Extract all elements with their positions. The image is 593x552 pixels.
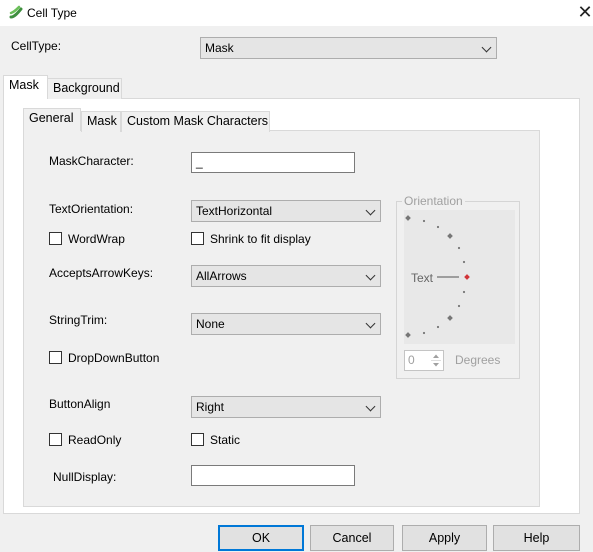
- orientation-tick: [422, 331, 426, 335]
- chevron-down-icon: [365, 401, 376, 412]
- close-icon[interactable]: ✕: [575, 3, 593, 23]
- string-trim-label: StringTrim:: [49, 313, 108, 327]
- spin-down-icon[interactable]: [433, 363, 439, 367]
- mask-character-input[interactable]: _: [191, 152, 355, 173]
- text-orientation-label: TextOrientation:: [49, 202, 134, 216]
- degrees-label: Degrees: [455, 353, 501, 367]
- wordwrap-checkbox[interactable]: [49, 232, 62, 245]
- orientation-tick: [436, 225, 440, 229]
- readonly-label: ReadOnly: [68, 433, 122, 447]
- dropdown-button-label: DropDownButton: [68, 351, 160, 365]
- text-orientation-value: TextHorizontal: [196, 204, 273, 218]
- accepts-arrow-keys-select[interactable]: AllArrows: [191, 265, 381, 287]
- chevron-down-icon: [481, 42, 492, 53]
- accepts-arrow-keys-label: AcceptsArrowKeys:: [49, 266, 154, 280]
- help-button[interactable]: Help: [493, 525, 580, 551]
- title-bar: [0, 0, 593, 26]
- chevron-down-icon: [365, 205, 376, 216]
- string-trim-select[interactable]: None: [191, 313, 381, 335]
- dropdown-button-checkbox[interactable]: [49, 351, 62, 364]
- tab-custom-mask-characters[interactable]: Custom Mask Characters: [121, 111, 270, 132]
- celltype-value: Mask: [205, 41, 234, 55]
- button-align-value: Right: [196, 400, 225, 414]
- tab-general[interactable]: General: [23, 108, 81, 131]
- ok-button[interactable]: OK: [218, 525, 304, 551]
- orientation-marker-neg45[interactable]: [447, 315, 453, 321]
- celltype-label: CellType:: [11, 39, 62, 53]
- string-trim-value: None: [196, 317, 225, 331]
- orientation-legend: Orientation: [402, 194, 465, 208]
- app-logo-icon: [9, 5, 23, 19]
- accepts-arrow-keys-value: AllArrows: [196, 269, 247, 283]
- null-display-input[interactable]: [191, 465, 355, 486]
- orientation-tick: [462, 260, 466, 264]
- readonly-checkbox[interactable]: [49, 433, 62, 446]
- chevron-down-icon: [365, 318, 376, 329]
- text-orientation-select[interactable]: TextHorizontal: [191, 200, 381, 222]
- orientation-marker-neg90[interactable]: [405, 332, 411, 338]
- wordwrap-label: WordWrap: [68, 232, 125, 246]
- spin-up-icon[interactable]: [433, 354, 439, 359]
- orientation-tick: [462, 290, 466, 294]
- tab-mask[interactable]: Mask: [3, 75, 48, 99]
- tab-inner-mask[interactable]: Mask: [81, 111, 121, 132]
- orientation-text-label: Text: [411, 271, 434, 285]
- orientation-marker-45[interactable]: [447, 233, 453, 239]
- shrink-label: Shrink to fit display: [210, 232, 311, 246]
- orientation-tick: [457, 304, 461, 308]
- chevron-down-icon: [365, 270, 376, 281]
- static-label: Static: [210, 433, 241, 447]
- orientation-marker-90[interactable]: [405, 215, 411, 221]
- orientation-tick: [436, 325, 440, 329]
- celltype-select[interactable]: Mask: [200, 37, 497, 59]
- degrees-value: 0: [408, 353, 415, 367]
- button-align-select[interactable]: Right: [191, 396, 381, 418]
- button-align-label: ButtonAlign: [49, 397, 111, 411]
- static-checkbox[interactable]: [191, 433, 204, 446]
- cancel-button[interactable]: Cancel: [310, 525, 394, 551]
- orientation-tick: [422, 219, 426, 223]
- null-display-label: NullDisplay:: [53, 470, 117, 484]
- mask-character-label: MaskCharacter:: [49, 154, 134, 168]
- shrink-checkbox[interactable]: [191, 232, 204, 245]
- orientation-tick: [457, 246, 461, 250]
- degrees-spinner[interactable]: 0: [404, 350, 444, 371]
- orientation-marker-0-selected[interactable]: [464, 274, 470, 280]
- apply-button[interactable]: Apply: [402, 525, 487, 551]
- window-title: Cell Type: [27, 6, 77, 20]
- spinner-arrows-icon[interactable]: [431, 352, 441, 369]
- tab-background[interactable]: Background: [47, 78, 122, 99]
